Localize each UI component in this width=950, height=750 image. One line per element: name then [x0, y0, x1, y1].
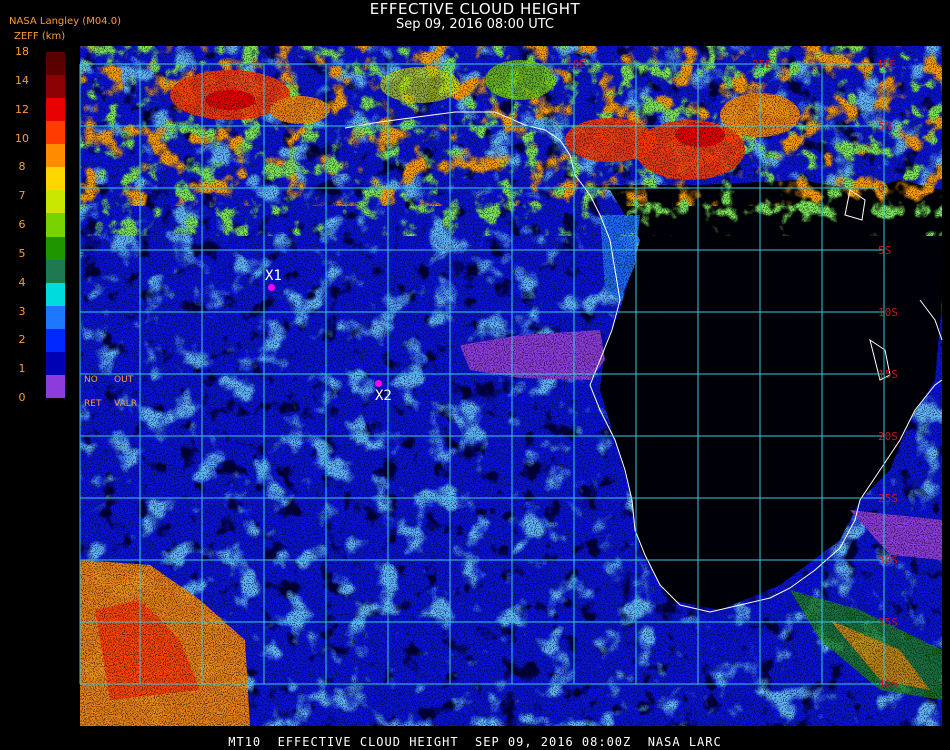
legend-tick-label: 0 — [18, 391, 26, 404]
cloud-height-map: 5N 0 5S 10S 15S 20S 25S 30S 35S 40S — [79, 46, 943, 726]
lat-label: 10S — [878, 306, 898, 319]
legend-swatch — [46, 351, 65, 376]
legend-tick-label: 14 — [15, 73, 29, 87]
lat-label: 15S — [878, 368, 898, 381]
legend-note-valr: VALR — [114, 399, 138, 409]
lat-label: 40S — [878, 678, 898, 691]
legend-tick-label: 5 — [18, 246, 26, 260]
lat-label: 25S — [878, 492, 898, 505]
legend-tick-label: 10 — [15, 131, 29, 145]
legend-swatch — [46, 236, 65, 261]
legend-swatch — [46, 259, 65, 284]
lon-label-40e: 40E — [876, 58, 896, 71]
legend-tick-label: 6 — [18, 218, 26, 231]
marker-x2-label: X2 — [375, 388, 392, 404]
lat-label: 35S — [878, 616, 898, 629]
lat-label: 5S — [878, 244, 891, 257]
legend-tick-label: 18 — [15, 45, 29, 58]
legend-tick-label: 12 — [15, 102, 29, 116]
legend-tick-label: 8 — [18, 160, 26, 174]
lat-label: 5N — [878, 120, 891, 133]
legend-tick-label: 7 — [18, 189, 26, 203]
color-legend-bar — [46, 52, 65, 399]
legend-swatch — [46, 52, 65, 76]
legend-swatch — [46, 282, 65, 307]
legend-swatch — [46, 98, 65, 122]
lon-label-10e: 10E — [566, 58, 586, 71]
map-footer: MT10 EFFECTIVE CLOUD HEIGHT SEP 09, 2016… — [228, 735, 722, 749]
marker-x1-label: X1 — [265, 268, 282, 284]
lat-label: 20S — [878, 430, 898, 443]
marker-x1-dot — [268, 284, 275, 291]
legend-swatch — [46, 213, 65, 238]
lon-label-25e: 25E — [752, 58, 772, 71]
legend-note-no: NO — [84, 375, 98, 385]
legend-note-ret: RET — [84, 399, 102, 409]
legend-note-out: OUT — [114, 375, 134, 385]
legend-swatch — [46, 144, 65, 168]
legend-swatch — [46, 75, 65, 99]
legend-swatch — [46, 167, 65, 191]
marker-x2-dot — [375, 380, 382, 387]
lat-label: 30S — [878, 554, 898, 567]
legend-swatch — [46, 121, 65, 145]
legend-tick-labels: 18 14 12 10 8 7 6 5 4 3 2 1 0 — [0, 0, 40, 750]
legend-swatch — [46, 305, 65, 330]
legend-tick-label: 2 — [18, 333, 26, 347]
legend-swatch — [46, 328, 65, 353]
legend-swatch — [46, 190, 65, 214]
lat-label: 0 — [878, 182, 885, 195]
legend-tick-label: 1 — [18, 362, 26, 376]
legend-tick-label: 4 — [18, 275, 26, 289]
legend-swatch — [46, 374, 65, 399]
legend-tick-label: 3 — [18, 304, 26, 318]
